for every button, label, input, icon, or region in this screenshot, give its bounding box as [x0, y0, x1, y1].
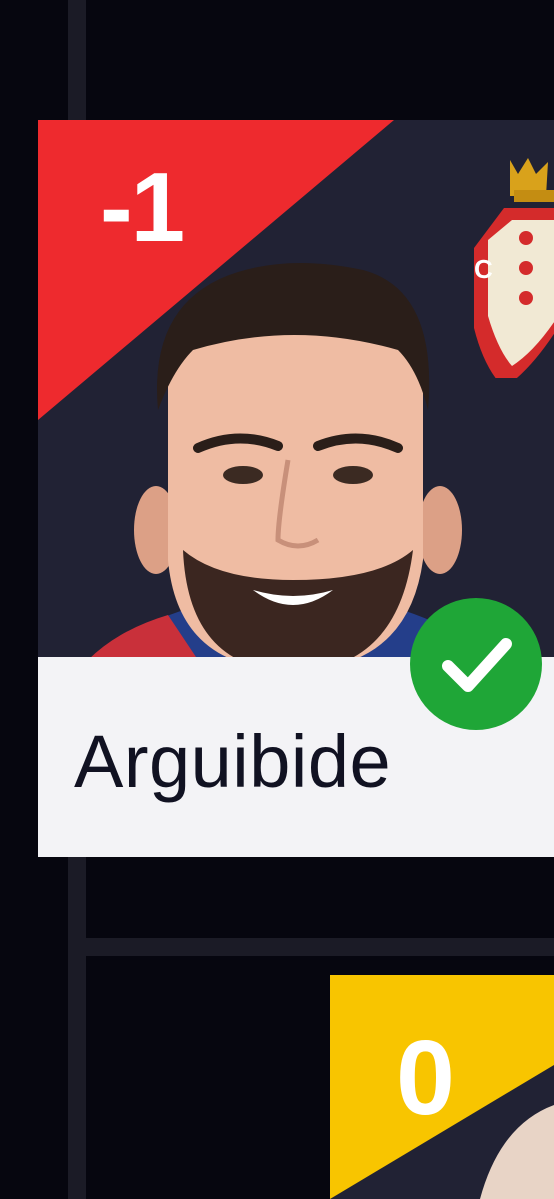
- grid-line-horizontal: [68, 938, 554, 956]
- score-value-next: 0: [396, 1019, 455, 1137]
- player-photo: [88, 262, 498, 660]
- status-badge: [410, 598, 542, 730]
- player-name: Arguibide: [74, 720, 392, 803]
- checkmark-icon: [442, 638, 512, 692]
- player-card-next[interactable]: 0: [330, 975, 554, 1199]
- player-card[interactable]: -1 C Arguibide: [38, 120, 554, 857]
